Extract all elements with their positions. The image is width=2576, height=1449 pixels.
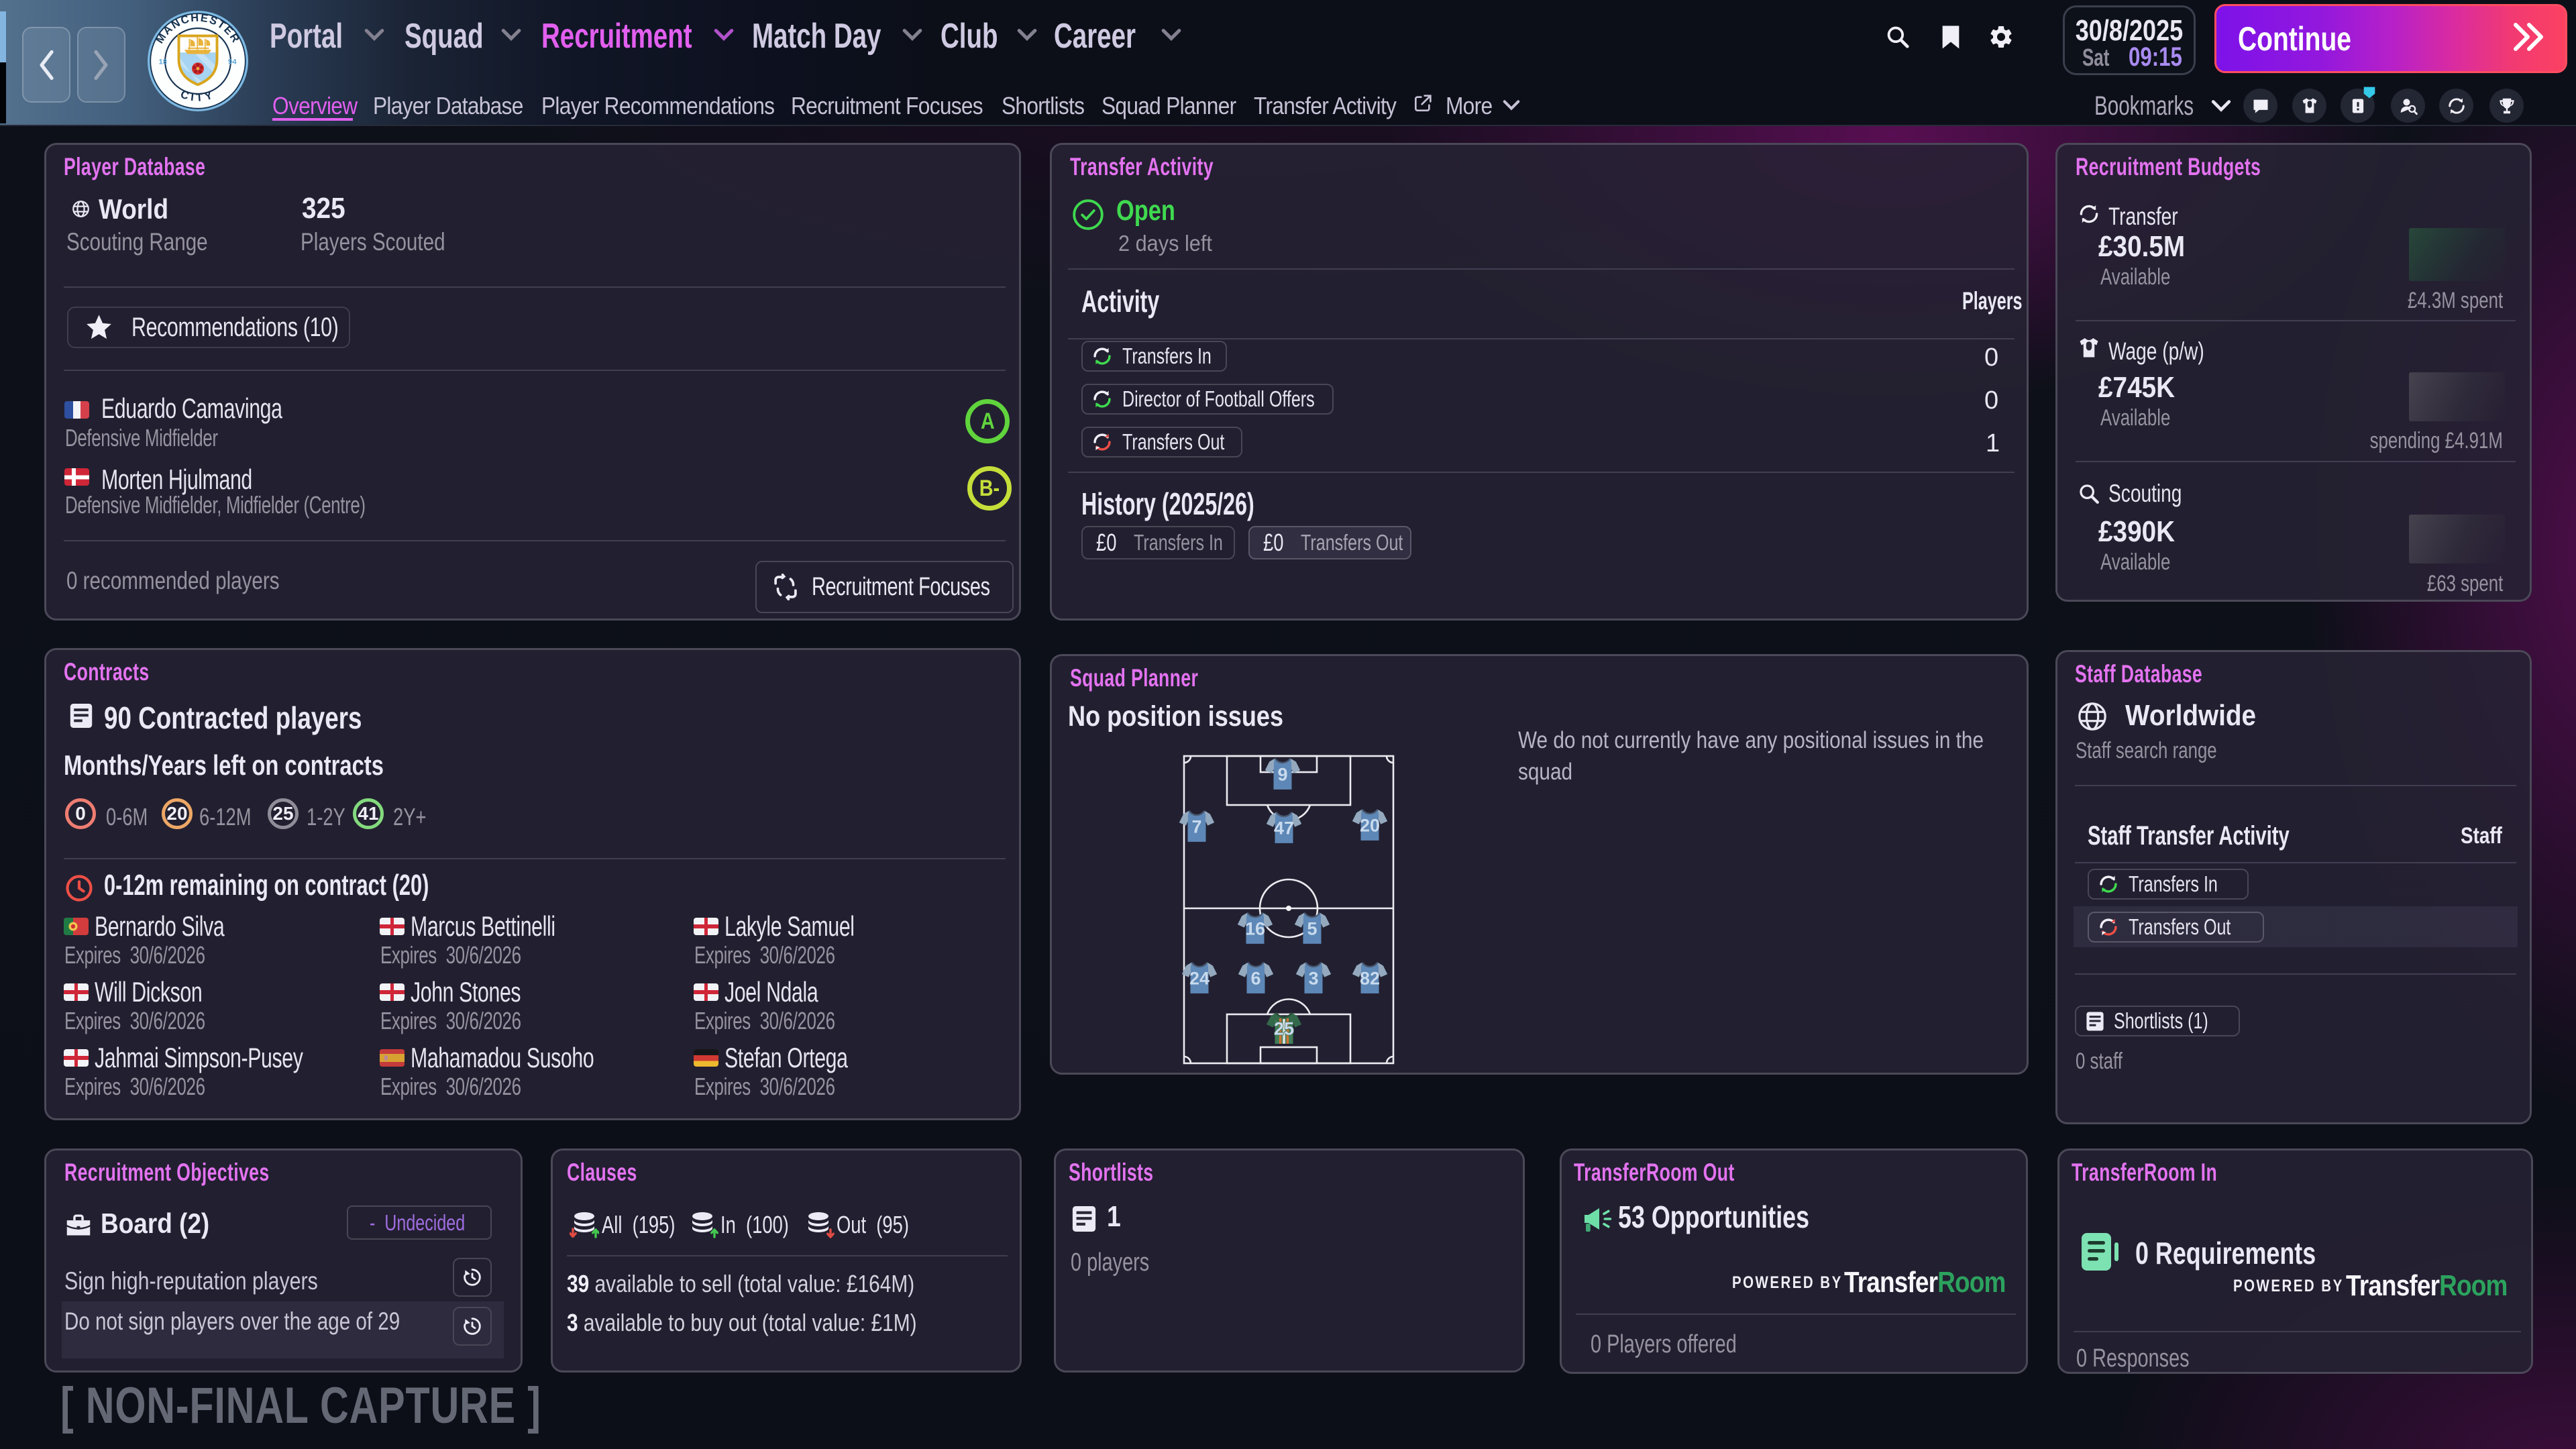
svg-text:6: 6 bbox=[1250, 968, 1260, 988]
svg-text:82: 82 bbox=[1360, 968, 1380, 988]
svg-text:47: 47 bbox=[1274, 818, 1294, 838]
svg-text:24: 24 bbox=[1189, 968, 1210, 988]
svg-text:5: 5 bbox=[1307, 918, 1317, 938]
svg-text:7: 7 bbox=[1191, 816, 1201, 837]
svg-text:16: 16 bbox=[1245, 918, 1265, 938]
svg-text:9: 9 bbox=[1277, 764, 1287, 784]
svg-text:94: 94 bbox=[228, 58, 237, 66]
svg-text:18: 18 bbox=[159, 58, 168, 66]
svg-text:20: 20 bbox=[1360, 815, 1380, 835]
svg-text:3: 3 bbox=[1308, 968, 1318, 988]
svg-text:25: 25 bbox=[1274, 1018, 1294, 1038]
